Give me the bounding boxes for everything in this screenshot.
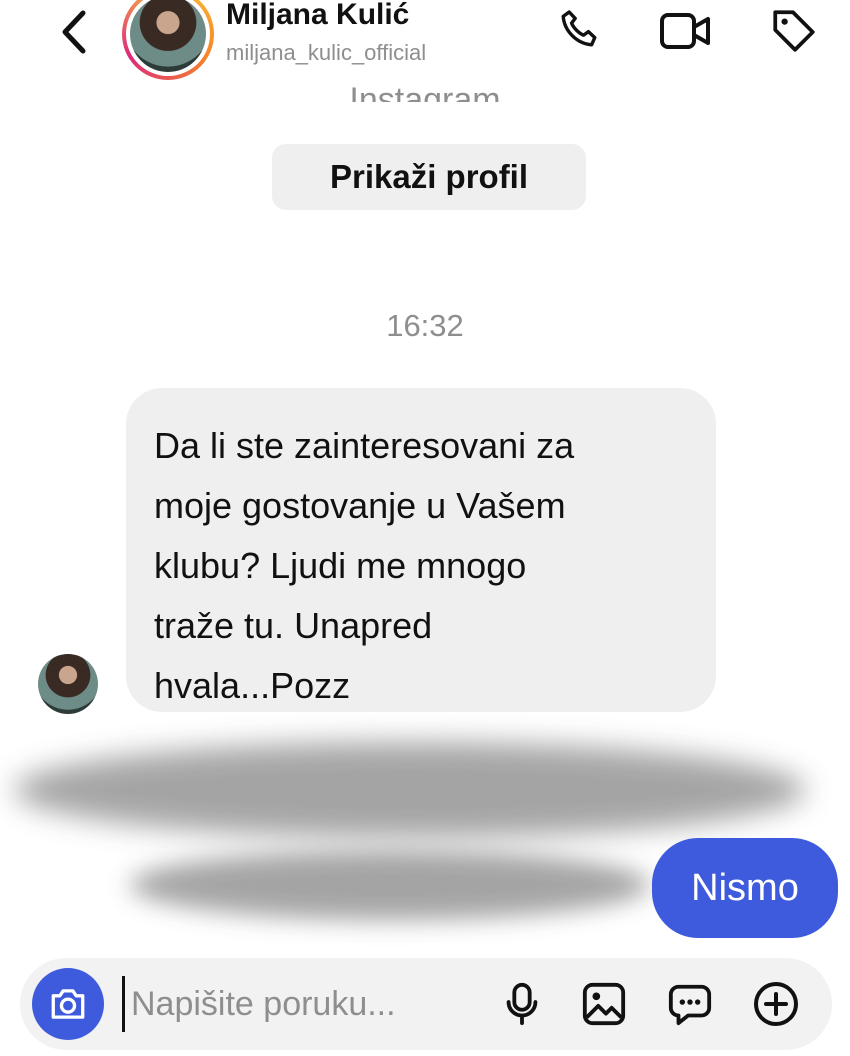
sender-avatar[interactable] xyxy=(38,654,98,714)
chat-header: Miljana Kulić miljana_kulic_official xyxy=(0,0,850,82)
tag-icon xyxy=(773,10,815,52)
video-call-button[interactable] xyxy=(658,6,714,56)
message-line: moje gostovanje u Vašem xyxy=(154,485,566,526)
view-profile-button[interactable]: Prikaži profil xyxy=(272,144,586,210)
call-button[interactable] xyxy=(552,6,608,56)
message-line: traže tu. Unapred xyxy=(154,605,433,646)
message-line: Da li ste zainteresovani za xyxy=(154,425,575,466)
message-input[interactable] xyxy=(122,976,482,1032)
avatar-image xyxy=(130,0,206,72)
profile-avatar[interactable] xyxy=(122,0,214,80)
message-composer xyxy=(20,958,832,1050)
more-options-button[interactable] xyxy=(746,974,806,1034)
video-camera-icon xyxy=(660,13,710,49)
sticker-button[interactable] xyxy=(660,974,720,1034)
microphone-icon xyxy=(506,982,538,1026)
back-button[interactable] xyxy=(48,6,100,58)
image-icon xyxy=(582,982,626,1026)
message-line: klubu? Ljudi me mnogo xyxy=(154,545,527,586)
message-timestamp: 16:32 xyxy=(386,308,464,343)
camera-button[interactable] xyxy=(32,968,104,1040)
incoming-message-bubble[interactable]: Da li ste zainteresovani za moje gostova… xyxy=(126,388,716,712)
redacted-message xyxy=(130,850,650,920)
plus-circle-icon xyxy=(754,982,798,1026)
voice-message-button[interactable] xyxy=(492,974,552,1034)
profile-handle: miljana_kulic_official xyxy=(226,40,427,65)
cut-off-label: Instagram xyxy=(349,81,501,102)
gallery-button[interactable] xyxy=(574,974,634,1034)
phone-icon xyxy=(561,10,597,47)
outgoing-message-text: Nismo xyxy=(691,866,799,909)
camera-icon xyxy=(51,989,85,1019)
tag-button[interactable] xyxy=(766,6,822,56)
redacted-message xyxy=(14,742,806,838)
dm-chat-screen: Miljana Kulić miljana_kulic_official Ins… xyxy=(0,0,850,1056)
outgoing-message-bubble[interactable]: Nismo xyxy=(652,838,838,938)
profile-name[interactable]: Miljana Kulić xyxy=(226,0,409,32)
message-line: hvala...Pozz xyxy=(154,665,351,706)
chevron-left-icon xyxy=(62,10,86,54)
chat-bubble-icon xyxy=(668,984,712,1026)
